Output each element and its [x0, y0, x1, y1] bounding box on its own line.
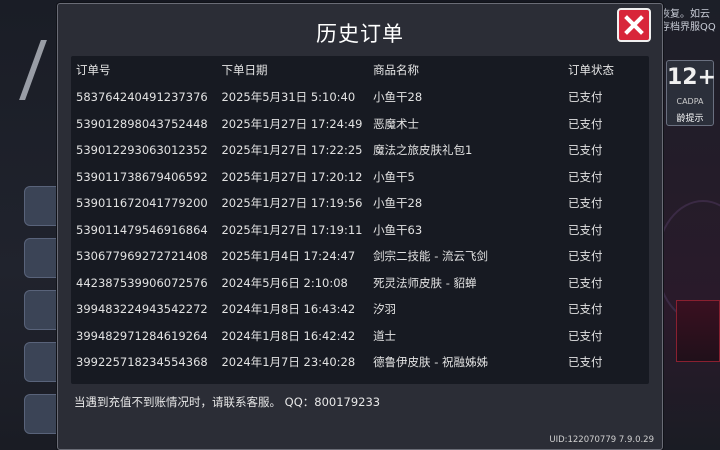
table-row: 539011479546916864 2025年1月27日 17:19:11 小…: [71, 217, 641, 244]
order-date-cell: 2025年1月27日 17:19:11: [221, 222, 363, 237]
item-name-cell: 剑宗二技能 - 流云飞剑: [373, 249, 489, 264]
status-cell: 已支付: [568, 328, 603, 343]
header-order-id: 订单号: [76, 63, 111, 77]
item-name-cell: 小鱼干28: [373, 196, 423, 211]
order-id-cell: 442387539906072576: [76, 275, 208, 290]
order-date-cell: 2024年1月7日 23:40:28: [221, 355, 356, 370]
table-row: 399483224943542272 2024年1月8日 16:43:42 汐羽…: [71, 296, 641, 323]
order-id-cell: 539011479546916864: [76, 222, 208, 237]
order-id-cell: 539012898043752448: [76, 116, 208, 131]
status-cell: 已支付: [568, 275, 603, 290]
order-id-cell: 399482971284619264: [76, 328, 208, 343]
uid-version-label: UID:122070779 7.9.0.29: [549, 435, 654, 445]
table-row: 399225718234554368 2024年1月7日 23:40:28 德鲁…: [71, 349, 641, 376]
order-table: 订单号 下单日期 商品名称 订单状态 583764240491237376 20…: [71, 56, 641, 376]
age-rating-number: 12+: [667, 65, 717, 90]
table-header-row: 订单号 下单日期 商品名称 订单状态: [71, 56, 641, 84]
age-rating-org: CADPA: [676, 97, 704, 106]
table-row: 583764240491237376 2025年5月31日 5:10:40 小鱼…: [71, 84, 641, 111]
age-rating-badge: 12+ CADPA 龄提示: [666, 60, 717, 126]
table-row: 539011738679406592 2025年1月27日 17:20:12 小…: [71, 164, 641, 191]
order-history-dialog: 历史订单 订单号 下单日期 商品名称 订单状态 5837642404912373…: [57, 3, 663, 450]
status-cell: 已支付: [568, 355, 603, 370]
table-row: 539012898043752448 2025年1月27日 17:24:49 恶…: [71, 111, 641, 138]
item-name-cell: 汐羽: [373, 302, 397, 317]
order-date-cell: 2025年5月31日 5:10:40: [221, 90, 356, 105]
item-name-cell: 道士: [373, 328, 397, 343]
order-id-cell: 399225718234554368: [76, 355, 208, 370]
item-name-cell: 德鲁伊皮肤 - 祝融姊姊: [373, 355, 489, 370]
order-date-cell: 2025年1月4日 17:24:47: [221, 249, 356, 264]
order-id-cell: 530677969272721408: [76, 249, 208, 264]
order-date-cell: 2024年5月6日 2:10:08: [221, 275, 348, 290]
close-icon: [624, 15, 644, 35]
status-cell: 已支付: [568, 302, 603, 317]
item-name-cell: 小鱼干28: [373, 90, 423, 105]
status-cell: 已支付: [568, 116, 603, 131]
age-rating-tip: 龄提示: [676, 114, 704, 124]
table-row: 399482971284619264 2024年1月8日 16:42:42 道士…: [71, 323, 641, 350]
status-cell: 已支付: [568, 196, 603, 211]
status-cell: 已支付: [568, 169, 603, 184]
table-row: 539012293063012352 2025年1月27日 17:22:25 魔…: [71, 137, 641, 164]
status-cell: 已支付: [568, 143, 603, 158]
order-date-cell: 2025年1月27日 17:24:49: [221, 116, 363, 131]
table-row: 530677969272721408 2025年1月4日 17:24:47 剑宗…: [71, 243, 641, 270]
order-table-panel[interactable]: 订单号 下单日期 商品名称 订单状态 583764240491237376 20…: [71, 56, 649, 384]
background-notice-text: 恢复。如云存档界服QQ: [660, 9, 716, 33]
header-order-date: 下单日期: [221, 63, 268, 77]
customer-service-note: 当遇到充值不到账情况时，请联系客服。 QQ：800179233: [74, 395, 381, 409]
status-cell: 已支付: [568, 90, 603, 105]
background-event-banner[interactable]: [676, 300, 720, 362]
order-date-cell: 2025年1月27日 17:19:56: [221, 196, 363, 211]
header-item-name: 商品名称: [373, 63, 420, 77]
order-date-cell: 2025年1月27日 17:20:12: [221, 169, 363, 184]
status-cell: 已支付: [568, 222, 603, 237]
close-button[interactable]: [617, 8, 651, 42]
order-id-cell: 583764240491237376: [76, 90, 208, 105]
status-cell: 已支付: [568, 249, 603, 264]
item-name-cell: 恶魔术士: [373, 116, 420, 131]
item-name-cell: 死灵法师皮肤 - 貂蝉: [373, 275, 477, 290]
order-date-cell: 2024年1月8日 16:42:42: [221, 328, 356, 343]
item-name-cell: 小鱼干5: [373, 169, 415, 184]
order-id-cell: 539011672041779200: [76, 196, 208, 211]
order-id-cell: 399483224943542272: [76, 302, 208, 317]
dialog-title: 历史订单: [316, 22, 404, 46]
table-row: 442387539906072576 2024年5月6日 2:10:08 死灵法…: [71, 270, 641, 297]
order-id-cell: 539011738679406592: [76, 169, 208, 184]
table-row: 539011672041779200 2025年1月27日 17:19:56 小…: [71, 190, 641, 217]
item-name-cell: 小鱼干63: [373, 222, 423, 237]
order-date-cell: 2025年1月27日 17:22:25: [221, 143, 363, 158]
order-date-cell: 2024年1月8日 16:43:42: [221, 302, 356, 317]
item-name-cell: 魔法之旅皮肤礼包1: [373, 143, 473, 158]
order-id-cell: 539012293063012352: [76, 143, 208, 158]
header-order-status: 订单状态: [568, 63, 615, 77]
